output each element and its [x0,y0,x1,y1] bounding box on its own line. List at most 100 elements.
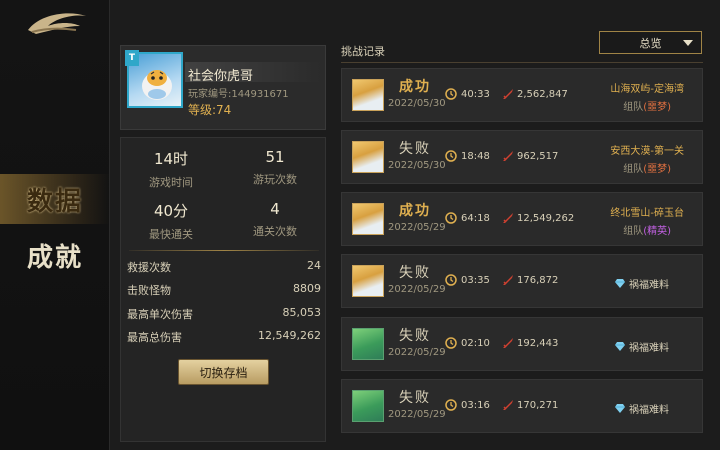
record-mode-label: 组队 [623,102,644,113]
divider [129,250,319,251]
records-filter-dropdown[interactable]: 总览 [599,31,702,54]
stat-play-count: 51 游玩次数 [225,148,325,187]
record-result: 失败 [399,390,431,406]
record-mode: 组队(噩梦) [610,160,684,175]
record-damage-value: 962,517 [517,150,559,162]
record-difficulty-tag: (噩梦) [643,102,672,113]
chevron-down-icon [683,40,693,46]
record-damage: 192,443 [502,337,558,349]
record-damage: 176,872 [502,274,558,286]
stat-row: 最高总伤害 12,549,262 [127,329,321,345]
nav-rail: 数据 成就 [0,0,110,450]
stat-row: 救援次数 24 [127,259,321,275]
switch-save-button[interactable]: 切换存档 [178,359,269,385]
record-damage: 962,517 [502,150,558,162]
stat-row: 最高单次伤害 85,053 [127,306,321,322]
stat-row-value: 24 [307,259,321,272]
record-duration: 02:10 [445,337,490,349]
record-date: 2022/05/29 [388,284,446,295]
nav-tab-data[interactable]: 数据 [0,174,110,224]
hero-avatar [352,390,384,422]
nav-tab-achievements[interactable]: 成就 [0,230,110,280]
clock-icon [445,212,457,224]
record-stage-name: 山海双屿-定海湾 [610,84,684,95]
record-mode: 组队(噩梦) [610,98,684,113]
record-duration: 64:18 [445,212,490,224]
record-row[interactable]: 失败 2022/05/29 03:16 170,271 祸福难料 [341,379,703,433]
player-id: 玩家编号:144931671 [188,89,289,100]
stat-fastest: 40分 最快通关 [121,200,221,242]
record-row[interactable]: 失败 2022/05/29 03:35 176,872 祸福难料 [341,254,703,308]
record-duration: 03:16 [445,399,490,411]
record-row[interactable]: 成功 2022/05/30 40:33 2,562,847 山海双屿-定海湾 组队(噩梦) [341,68,703,122]
sword-icon [502,150,514,162]
record-row[interactable]: 失败 2022/05/29 02:10 192,443 祸福难料 [341,317,703,371]
stat-row-value: 8809 [293,282,321,295]
record-duration-value: 03:35 [461,274,490,286]
record-mode-label: 组队 [623,164,644,175]
clock-icon [445,150,457,162]
record-damage: 12,549,262 [502,212,574,224]
hero-avatar [352,141,384,173]
clock-icon [445,399,457,411]
hero-avatar [352,203,384,235]
record-date: 2022/05/29 [388,409,446,420]
sword-icon [502,274,514,286]
stat-play-time-label: 游戏时间 [149,176,193,189]
nav-tab-data-label: 数据 [26,186,83,217]
record-row[interactable]: 成功 2022/05/29 64:18 12,549,262 终北雪山-碎玉台 组队(精英… [341,192,703,246]
record-duration: 18:48 [445,150,490,162]
sword-icon [502,88,514,100]
record-duration: 40:33 [445,88,490,100]
record-result: 失败 [399,328,431,344]
stat-row-label: 击败怪物 [127,284,171,297]
gem-icon [615,279,625,288]
stat-row-label: 救援次数 [127,261,171,274]
record-damage-value: 192,443 [517,337,559,349]
stat-play-count-label: 游玩次数 [253,173,297,186]
stat-play-time-value: 14时 [153,150,189,168]
record-damage: 2,562,847 [502,88,568,100]
tiger-avatar-icon [142,70,172,100]
record-special: 祸福难料 [615,276,669,291]
clock-icon [445,274,457,286]
records-divider [341,62,703,63]
record-difficulty-tag: (噩梦) [643,164,672,175]
record-stage-name: 终北雪山-碎玉台 [610,208,684,219]
clock-icon [445,88,457,100]
player-avatar: T [125,50,183,108]
stat-row: 击败怪物 8809 [127,282,321,298]
record-mode-label: 组队 [623,226,644,237]
gem-icon [615,342,625,351]
stat-play-count-value: 51 [265,148,285,166]
player-level: 等级:74 [188,103,232,117]
record-duration-value: 02:10 [461,337,490,349]
record-special-label: 祸福难料 [629,405,669,416]
stat-row-value: 85,053 [282,306,322,319]
record-row[interactable]: 失败 2022/05/30 18:48 962,517 安西大漠-第一关 组队(噩梦) [341,130,703,184]
game-logo-icon [28,13,86,34]
record-duration-value: 40:33 [461,88,490,100]
record-difficulty-tag: (精英) [643,226,672,237]
stat-row-label: 最高总伤害 [127,331,182,344]
record-duration-value: 64:18 [461,212,490,224]
record-damage-value: 176,872 [517,274,559,286]
record-duration-value: 03:16 [461,399,490,411]
nav-tab-achievements-label: 成就 [26,242,83,273]
profile-card: T 社会你虎哥 玩家编号:144931671 等级:74 [120,45,326,130]
record-damage-value: 12,549,262 [517,212,575,224]
stats-panel: 14时 游戏时间 51 游玩次数 40分 最快通关 4 通关次数 救援次数 24… [120,137,326,442]
record-date: 2022/05/30 [388,160,446,171]
gem-icon [615,404,625,413]
stat-row-label: 最高单次伤害 [127,308,193,321]
record-special: 祸福难料 [615,401,669,416]
hero-avatar [352,328,384,360]
record-date: 2022/05/30 [388,98,446,109]
record-special: 祸福难料 [615,339,669,354]
stat-play-time: 14时 游戏时间 [121,148,221,190]
record-duration: 03:35 [445,274,490,286]
record-date: 2022/05/29 [388,347,446,358]
hero-avatar [352,265,384,297]
record-result: 失败 [399,141,431,157]
player-name: 社会你虎哥 [188,69,254,84]
